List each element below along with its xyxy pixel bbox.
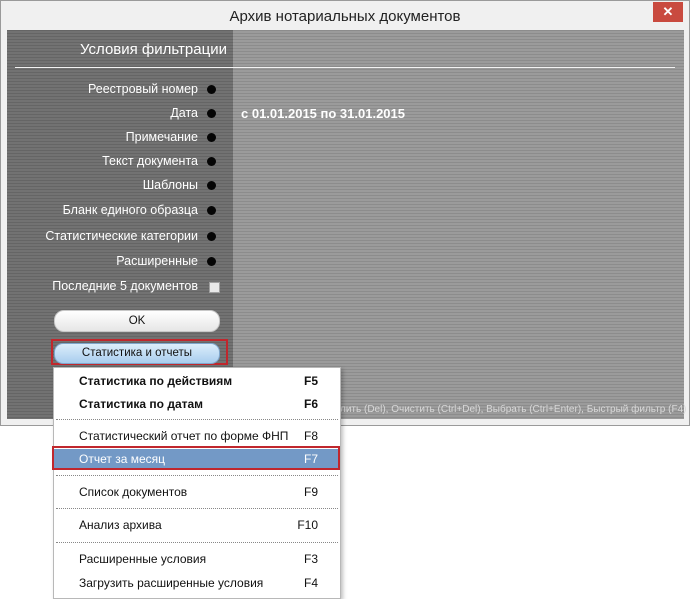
filter-label-last-5-documents[interactable]: Последние 5 документов xyxy=(52,279,198,293)
filter-label-unified-form[interactable]: Бланк единого образца xyxy=(63,203,198,217)
menu-separator xyxy=(56,508,338,509)
date-filter-value: с 01.01.2015 по 31.01.2015 xyxy=(241,106,405,121)
menu-item-shortcut: F8 xyxy=(303,429,318,443)
statistics-dropdown-menu: Статистика по действиям F5 Статистика по… xyxy=(53,367,341,599)
menu-item-archive-analysis[interactable]: Анализ архива F10 xyxy=(54,515,340,535)
filter-indicator-date[interactable] xyxy=(207,109,216,118)
close-icon[interactable]: ✕ xyxy=(653,2,683,22)
menu-item-extended-conditions[interactable]: Расширенные условия F3 xyxy=(54,549,340,569)
menu-item-shortcut: F6 xyxy=(303,397,318,411)
filter-indicator-extended[interactable] xyxy=(207,257,216,266)
menu-item-documents-list[interactable]: Список документов F9 xyxy=(54,482,340,502)
menu-item-label: Список документов xyxy=(79,485,188,499)
filter-label-note[interactable]: Примечание xyxy=(126,130,198,144)
menu-item-shortcut: F4 xyxy=(303,576,318,590)
filter-indicator-templates[interactable] xyxy=(207,181,216,190)
window-title: Архив нотариальных документов xyxy=(229,8,461,25)
filter-indicator-unified-form[interactable] xyxy=(207,206,216,215)
filter-label-statistic-categories[interactable]: Статистические категории xyxy=(45,229,198,243)
menu-item-label: Статистика по действиям xyxy=(79,374,233,388)
menu-item-label: Статистический отчет по форме ФНП xyxy=(79,429,289,443)
filter-indicator-note[interactable] xyxy=(207,133,216,142)
menu-item-label: Анализ архива xyxy=(79,518,162,532)
keyboard-hint-text: лить (Del), Очистить (Ctrl+Del), Выбрать… xyxy=(340,404,687,415)
menu-item-shortcut: F10 xyxy=(297,518,318,532)
menu-item-fnp-report[interactable]: Статистический отчет по форме ФНП F8 xyxy=(54,426,340,446)
filter-indicator-registry-number[interactable] xyxy=(207,85,216,94)
menu-separator xyxy=(56,542,338,543)
statistics-reports-button[interactable]: Статистика и отчеты xyxy=(54,343,220,364)
ok-button[interactable]: OK xyxy=(54,310,220,332)
menu-item-shortcut: F9 xyxy=(303,485,318,499)
menu-item-shortcut: F5 xyxy=(303,374,318,388)
filter-label-extended[interactable]: Расширенные xyxy=(116,254,198,268)
filter-label-document-text[interactable]: Текст документа xyxy=(102,154,198,168)
filter-indicator-statistic-categories[interactable] xyxy=(207,232,216,241)
menu-item-load-extended-conditions[interactable]: Загрузить расширенные условия F4 xyxy=(54,573,340,593)
menu-item-stats-by-dates[interactable]: Статистика по датам F6 xyxy=(54,394,340,414)
filter-label-registry-number[interactable]: Реестровый номер xyxy=(88,82,198,96)
menu-item-label: Статистика по датам xyxy=(79,397,204,411)
monthly-report-highlight-frame xyxy=(52,446,340,470)
menu-item-label: Расширенные условия xyxy=(79,552,207,566)
filter-indicator-document-text[interactable] xyxy=(207,157,216,166)
menu-item-shortcut: F3 xyxy=(303,552,318,566)
title-bar[interactable]: Архив нотариальных документов ✕ xyxy=(1,1,689,31)
filter-panel-title: Условия фильтрации xyxy=(80,41,227,58)
last-5-documents-checkbox[interactable] xyxy=(209,282,220,293)
menu-separator xyxy=(56,475,338,476)
panel-divider xyxy=(15,67,675,68)
menu-item-label: Загрузить расширенные условия xyxy=(79,576,264,590)
filter-label-date[interactable]: Дата xyxy=(170,106,198,120)
menu-separator xyxy=(56,419,338,420)
filter-label-templates[interactable]: Шаблоны xyxy=(143,178,198,192)
menu-item-stats-by-actions[interactable]: Статистика по действиям F5 xyxy=(54,371,340,391)
